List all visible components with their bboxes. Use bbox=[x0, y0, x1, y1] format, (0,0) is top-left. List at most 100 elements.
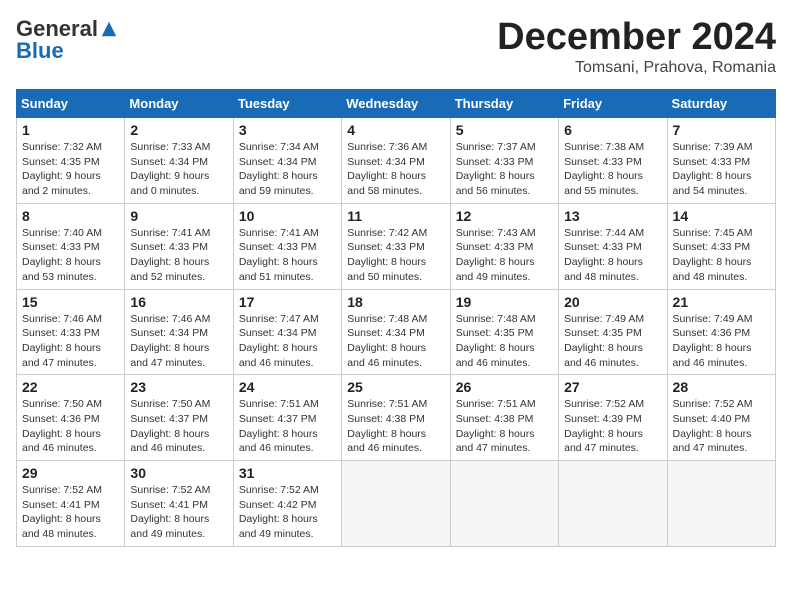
day-number: 22 bbox=[22, 379, 119, 395]
day-info: Sunrise: 7:39 AM Sunset: 4:33 PM Dayligh… bbox=[673, 140, 770, 199]
day-number: 3 bbox=[239, 122, 336, 138]
header-saturday: Saturday bbox=[667, 90, 775, 118]
header-thursday: Thursday bbox=[450, 90, 558, 118]
sunrise-label: Sunrise: 7:51 AM bbox=[347, 398, 427, 410]
daylight-label: Daylight: 8 hours and 48 minutes. bbox=[564, 256, 643, 283]
calendar-day-23: 23 Sunrise: 7:50 AM Sunset: 4:37 PM Dayl… bbox=[125, 375, 233, 461]
calendar-day-8: 8 Sunrise: 7:40 AM Sunset: 4:33 PM Dayli… bbox=[17, 203, 125, 289]
day-info: Sunrise: 7:32 AM Sunset: 4:35 PM Dayligh… bbox=[22, 140, 119, 199]
day-info: Sunrise: 7:50 AM Sunset: 4:36 PM Dayligh… bbox=[22, 397, 119, 456]
daylight-label: Daylight: 8 hours and 47 minutes. bbox=[673, 428, 752, 455]
daylight-label: Daylight: 9 hours and 0 minutes. bbox=[130, 170, 209, 197]
calendar-week-5: 29 Sunrise: 7:52 AM Sunset: 4:41 PM Dayl… bbox=[17, 461, 776, 547]
daylight-label: Daylight: 8 hours and 46 minutes. bbox=[456, 342, 535, 369]
day-number: 20 bbox=[564, 294, 661, 310]
sunrise-label: Sunrise: 7:50 AM bbox=[130, 398, 210, 410]
daylight-label: Daylight: 8 hours and 59 minutes. bbox=[239, 170, 318, 197]
sunrise-label: Sunrise: 7:48 AM bbox=[347, 313, 427, 325]
calendar-day-9: 9 Sunrise: 7:41 AM Sunset: 4:33 PM Dayli… bbox=[125, 203, 233, 289]
sunrise-label: Sunrise: 7:44 AM bbox=[564, 227, 644, 239]
sunset-label: Sunset: 4:33 PM bbox=[456, 241, 534, 253]
calendar-week-2: 8 Sunrise: 7:40 AM Sunset: 4:33 PM Dayli… bbox=[17, 203, 776, 289]
day-number: 25 bbox=[347, 379, 444, 395]
day-info: Sunrise: 7:33 AM Sunset: 4:34 PM Dayligh… bbox=[130, 140, 227, 199]
sunset-label: Sunset: 4:38 PM bbox=[347, 413, 425, 425]
sunset-label: Sunset: 4:33 PM bbox=[22, 241, 100, 253]
daylight-label: Daylight: 8 hours and 54 minutes. bbox=[673, 170, 752, 197]
day-number: 13 bbox=[564, 208, 661, 224]
calendar-day-20: 20 Sunrise: 7:49 AM Sunset: 4:35 PM Dayl… bbox=[559, 289, 667, 375]
calendar-day-12: 12 Sunrise: 7:43 AM Sunset: 4:33 PM Dayl… bbox=[450, 203, 558, 289]
sunset-label: Sunset: 4:38 PM bbox=[456, 413, 534, 425]
calendar-day-3: 3 Sunrise: 7:34 AM Sunset: 4:34 PM Dayli… bbox=[233, 118, 341, 204]
sunrise-label: Sunrise: 7:40 AM bbox=[22, 227, 102, 239]
calendar-day-28: 28 Sunrise: 7:52 AM Sunset: 4:40 PM Dayl… bbox=[667, 375, 775, 461]
day-number: 18 bbox=[347, 294, 444, 310]
sunrise-label: Sunrise: 7:46 AM bbox=[130, 313, 210, 325]
day-number: 16 bbox=[130, 294, 227, 310]
day-info: Sunrise: 7:52 AM Sunset: 4:39 PM Dayligh… bbox=[564, 397, 661, 456]
sunrise-label: Sunrise: 7:49 AM bbox=[673, 313, 753, 325]
sunset-label: Sunset: 4:36 PM bbox=[22, 413, 100, 425]
calendar-day-16: 16 Sunrise: 7:46 AM Sunset: 4:34 PM Dayl… bbox=[125, 289, 233, 375]
sunrise-label: Sunrise: 7:48 AM bbox=[456, 313, 536, 325]
calendar-day-24: 24 Sunrise: 7:51 AM Sunset: 4:37 PM Dayl… bbox=[233, 375, 341, 461]
day-number: 24 bbox=[239, 379, 336, 395]
header-monday: Monday bbox=[125, 90, 233, 118]
daylight-label: Daylight: 8 hours and 47 minutes. bbox=[22, 342, 101, 369]
sunset-label: Sunset: 4:35 PM bbox=[22, 156, 100, 168]
daylight-label: Daylight: 8 hours and 47 minutes. bbox=[456, 428, 535, 455]
calendar-day-empty bbox=[342, 461, 450, 547]
daylight-label: Daylight: 8 hours and 46 minutes. bbox=[564, 342, 643, 369]
day-info: Sunrise: 7:41 AM Sunset: 4:33 PM Dayligh… bbox=[239, 226, 336, 285]
daylight-label: Daylight: 8 hours and 46 minutes. bbox=[130, 428, 209, 455]
sunrise-label: Sunrise: 7:52 AM bbox=[673, 398, 753, 410]
sunset-label: Sunset: 4:33 PM bbox=[564, 156, 642, 168]
sunset-label: Sunset: 4:34 PM bbox=[347, 156, 425, 168]
calendar-day-4: 4 Sunrise: 7:36 AM Sunset: 4:34 PM Dayli… bbox=[342, 118, 450, 204]
calendar-day-30: 30 Sunrise: 7:52 AM Sunset: 4:41 PM Dayl… bbox=[125, 461, 233, 547]
calendar-day-6: 6 Sunrise: 7:38 AM Sunset: 4:33 PM Dayli… bbox=[559, 118, 667, 204]
day-info: Sunrise: 7:51 AM Sunset: 4:38 PM Dayligh… bbox=[347, 397, 444, 456]
sunset-label: Sunset: 4:34 PM bbox=[130, 156, 208, 168]
sunset-label: Sunset: 4:34 PM bbox=[130, 327, 208, 339]
day-info: Sunrise: 7:40 AM Sunset: 4:33 PM Dayligh… bbox=[22, 226, 119, 285]
sunrise-label: Sunrise: 7:34 AM bbox=[239, 141, 319, 153]
sunset-label: Sunset: 4:34 PM bbox=[239, 327, 317, 339]
daylight-label: Daylight: 8 hours and 46 minutes. bbox=[22, 428, 101, 455]
calendar-week-3: 15 Sunrise: 7:46 AM Sunset: 4:33 PM Dayl… bbox=[17, 289, 776, 375]
daylight-label: Daylight: 8 hours and 48 minutes. bbox=[22, 513, 101, 540]
day-number: 4 bbox=[347, 122, 444, 138]
day-info: Sunrise: 7:36 AM Sunset: 4:34 PM Dayligh… bbox=[347, 140, 444, 199]
sunset-label: Sunset: 4:33 PM bbox=[22, 327, 100, 339]
day-number: 27 bbox=[564, 379, 661, 395]
day-number: 6 bbox=[564, 122, 661, 138]
day-number: 31 bbox=[239, 465, 336, 481]
logo-blue-text: Blue bbox=[16, 38, 64, 64]
day-info: Sunrise: 7:50 AM Sunset: 4:37 PM Dayligh… bbox=[130, 397, 227, 456]
sunset-label: Sunset: 4:35 PM bbox=[456, 327, 534, 339]
day-info: Sunrise: 7:42 AM Sunset: 4:33 PM Dayligh… bbox=[347, 226, 444, 285]
daylight-label: Daylight: 8 hours and 46 minutes. bbox=[347, 428, 426, 455]
sunset-label: Sunset: 4:33 PM bbox=[130, 241, 208, 253]
day-number: 14 bbox=[673, 208, 770, 224]
sunrise-label: Sunrise: 7:39 AM bbox=[673, 141, 753, 153]
day-number: 19 bbox=[456, 294, 553, 310]
sunrise-label: Sunrise: 7:41 AM bbox=[130, 227, 210, 239]
day-number: 28 bbox=[673, 379, 770, 395]
location-title: Tomsani, Prahova, Romania bbox=[497, 59, 776, 77]
calendar-day-25: 25 Sunrise: 7:51 AM Sunset: 4:38 PM Dayl… bbox=[342, 375, 450, 461]
calendar-day-15: 15 Sunrise: 7:46 AM Sunset: 4:33 PM Dayl… bbox=[17, 289, 125, 375]
sunrise-label: Sunrise: 7:36 AM bbox=[347, 141, 427, 153]
day-info: Sunrise: 7:51 AM Sunset: 4:38 PM Dayligh… bbox=[456, 397, 553, 456]
calendar-day-21: 21 Sunrise: 7:49 AM Sunset: 4:36 PM Dayl… bbox=[667, 289, 775, 375]
sunrise-label: Sunrise: 7:45 AM bbox=[673, 227, 753, 239]
daylight-label: Daylight: 8 hours and 53 minutes. bbox=[22, 256, 101, 283]
day-info: Sunrise: 7:52 AM Sunset: 4:41 PM Dayligh… bbox=[22, 483, 119, 542]
daylight-label: Daylight: 8 hours and 46 minutes. bbox=[347, 342, 426, 369]
day-number: 29 bbox=[22, 465, 119, 481]
day-info: Sunrise: 7:52 AM Sunset: 4:41 PM Dayligh… bbox=[130, 483, 227, 542]
daylight-label: Daylight: 8 hours and 48 minutes. bbox=[673, 256, 752, 283]
day-info: Sunrise: 7:43 AM Sunset: 4:33 PM Dayligh… bbox=[456, 226, 553, 285]
calendar-day-17: 17 Sunrise: 7:47 AM Sunset: 4:34 PM Dayl… bbox=[233, 289, 341, 375]
